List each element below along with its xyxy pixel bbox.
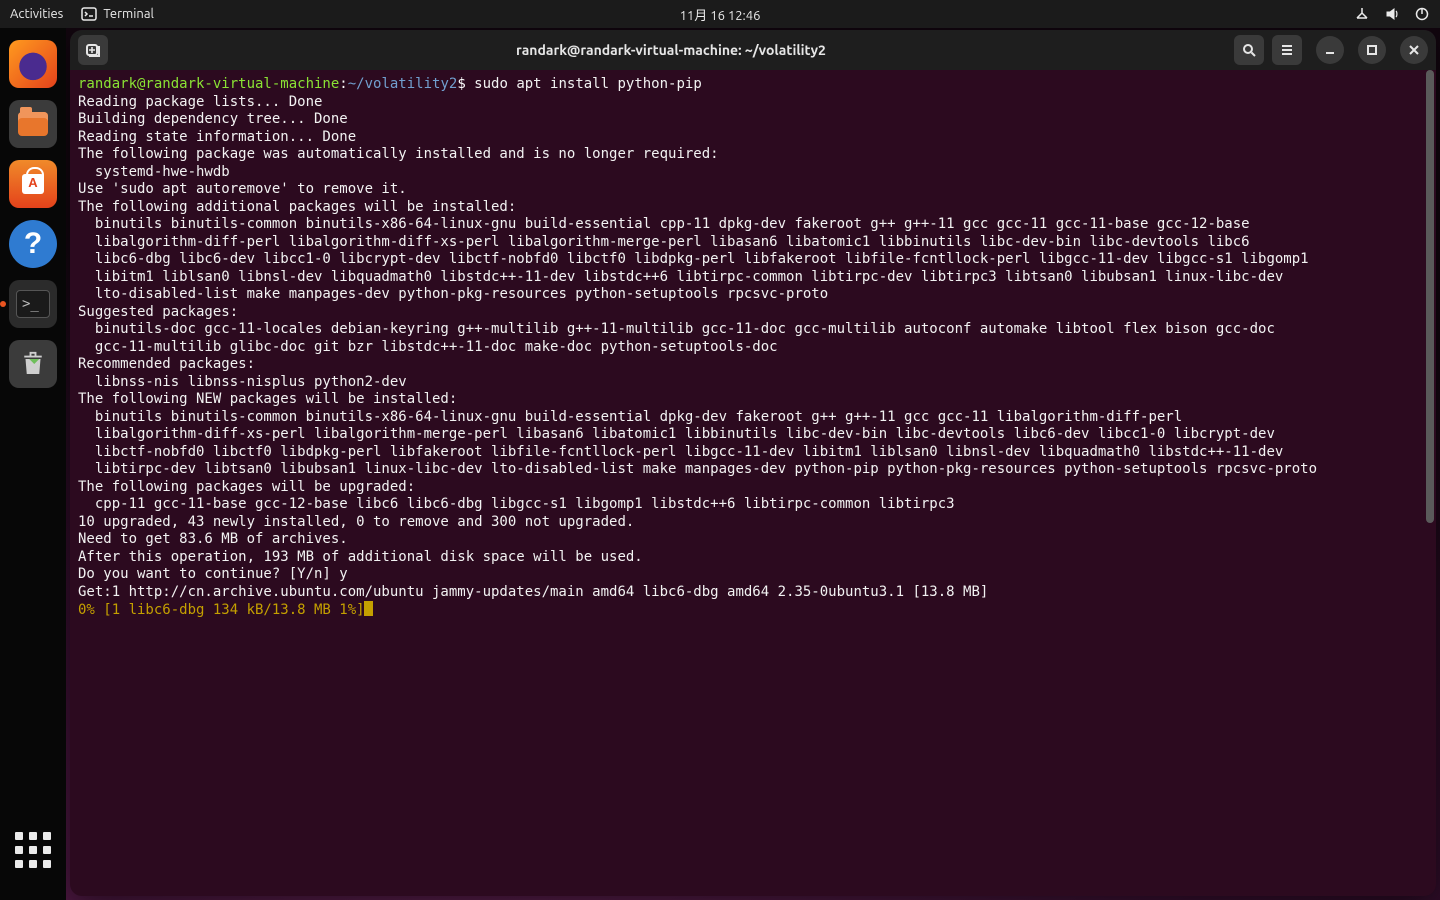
network-icon[interactable] — [1354, 6, 1370, 22]
window-title: randark@randark-virtual-machine: ~/volat… — [116, 42, 1226, 58]
dock-show-applications[interactable] — [9, 826, 57, 874]
prompt-dollar: $ — [457, 76, 474, 92]
gnome-topbar: Activities Terminal 11月 16 12:46 — [0, 0, 1440, 28]
scrollbar-thumb[interactable] — [1426, 70, 1434, 523]
dock-firefox[interactable] — [9, 40, 57, 88]
apt-progress-line: 0% [1 libc6-dbg 134 kB/13.8 MB 1%] — [78, 602, 365, 618]
prompt-command: sudo apt install python-pip — [474, 76, 702, 92]
activities-button[interactable]: Activities — [10, 7, 63, 21]
prompt-sep: : — [339, 76, 347, 92]
scrollbar[interactable] — [1424, 70, 1434, 894]
topbar-clock[interactable]: 11月 16 12:46 — [680, 5, 761, 24]
new-tab-button[interactable] — [78, 35, 108, 65]
dock-trash[interactable] — [9, 340, 57, 388]
close-button[interactable] — [1400, 36, 1428, 64]
terminal-body[interactable]: randark@randark-virtual-machine:~/volati… — [70, 70, 1436, 896]
prompt-userhost: randark@randark-virtual-machine — [78, 76, 339, 92]
topbar-app-menu[interactable]: Terminal — [81, 6, 154, 22]
maximize-button[interactable] — [1358, 36, 1386, 64]
dock-software-center[interactable] — [9, 160, 57, 208]
hamburger-menu-button[interactable] — [1272, 35, 1302, 65]
terminal-window: randark@randark-virtual-machine: ~/volat… — [70, 30, 1436, 896]
search-button[interactable] — [1234, 35, 1264, 65]
power-icon[interactable] — [1414, 6, 1430, 22]
dock-terminal[interactable]: >_ — [9, 280, 57, 328]
dock-files[interactable] — [9, 100, 57, 148]
dock: ? >_ — [0, 28, 66, 900]
volume-icon[interactable] — [1384, 6, 1400, 22]
minimize-button[interactable] — [1316, 36, 1344, 64]
terminal-icon — [81, 6, 97, 22]
dock-help[interactable]: ? — [9, 220, 57, 268]
topbar-app-label: Terminal — [103, 7, 154, 21]
window-titlebar[interactable]: randark@randark-virtual-machine: ~/volat… — [70, 30, 1436, 70]
prompt-path: ~/volatility2 — [348, 76, 458, 92]
cursor-caret — [364, 601, 373, 616]
apt-output: Reading package lists... Done Building d… — [78, 94, 1317, 600]
